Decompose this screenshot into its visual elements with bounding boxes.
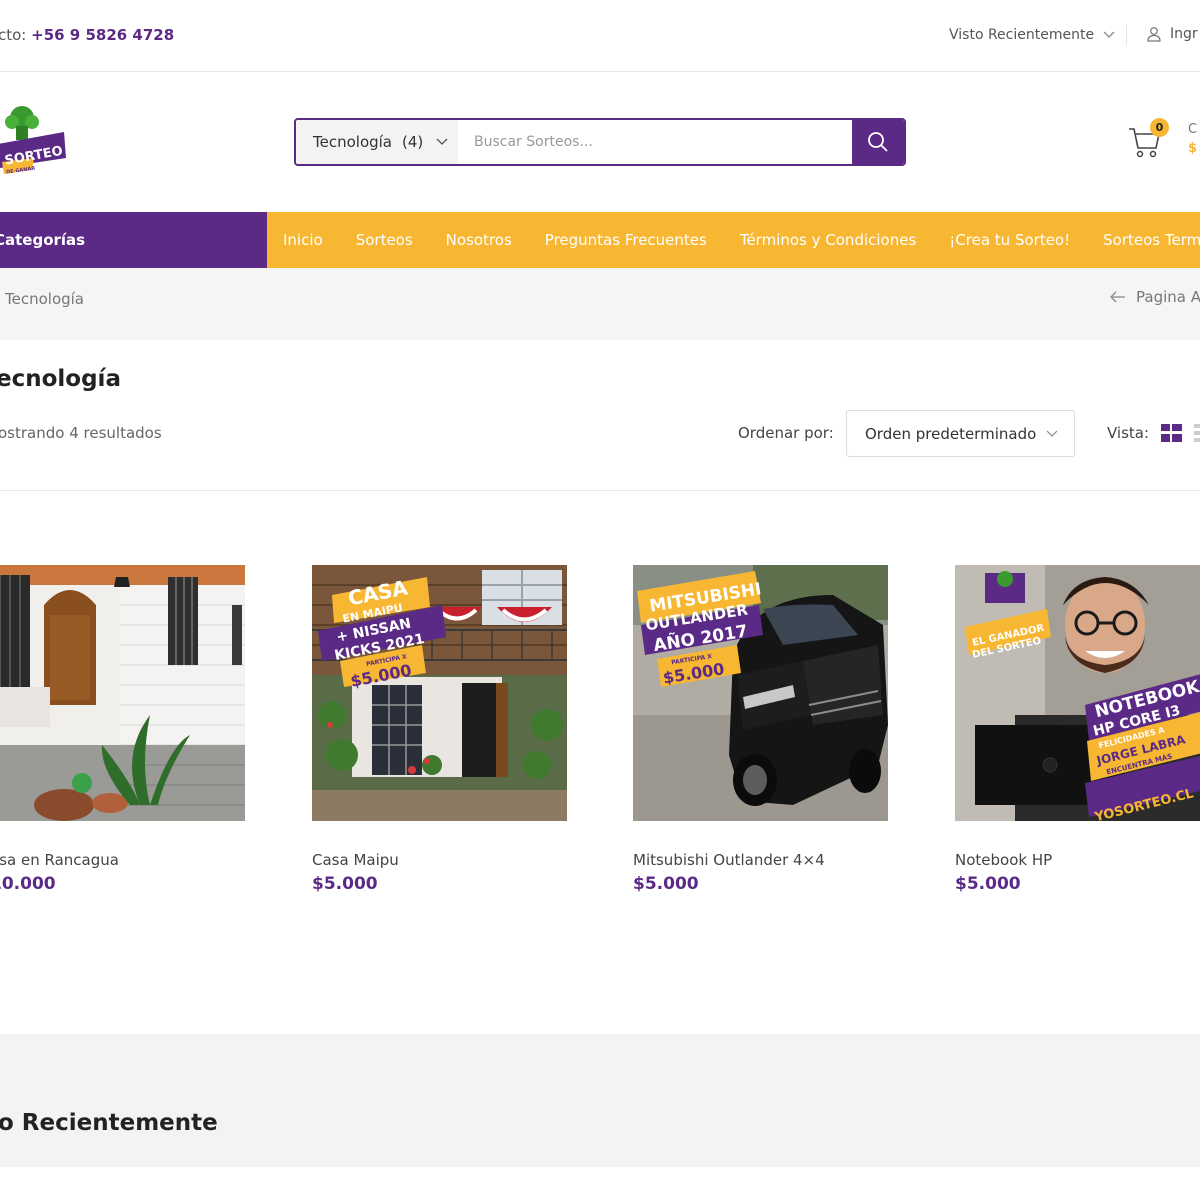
site-logo[interactable]: SORTEO DE GANAR xyxy=(0,96,74,186)
cart-button[interactable]: 0 xyxy=(1128,118,1169,160)
nav-item-sorteos[interactable]: Sorteos xyxy=(356,231,413,249)
product-card[interactable]: asa en Rancagua 10.000 xyxy=(0,565,245,894)
nav-item-inicio[interactable]: Inicio xyxy=(283,231,323,249)
recently-viewed-title: o Recientemente xyxy=(0,1110,218,1136)
breadcrumb: Tecnología Pagina A xyxy=(0,268,1200,340)
arrow-left-icon xyxy=(1110,291,1125,303)
view-label: Vista: xyxy=(1107,424,1150,442)
list-view-icon[interactable] xyxy=(1194,424,1200,442)
nav-item-preguntas-frecuentes[interactable]: Preguntas Frecuentes xyxy=(545,231,707,249)
cart-count-badge: 0 xyxy=(1150,118,1169,137)
product-name[interactable]: Casa Maipu xyxy=(312,851,567,869)
product-price: $5.000 xyxy=(312,874,378,894)
back-label: Pagina A xyxy=(1136,288,1200,306)
back-link[interactable]: Pagina A xyxy=(1110,288,1200,306)
nav-item-sorteos-terminados[interactable]: Sorteos Termina xyxy=(1103,231,1200,249)
chevron-down-icon xyxy=(1046,430,1058,437)
search-icon xyxy=(868,132,888,152)
product-card[interactable]: MITSUBISHI OUTLANDER AÑO 2017 PARTICIPA … xyxy=(633,565,888,894)
cart-summary[interactable]: C $ xyxy=(1188,122,1197,156)
product-image[interactable] xyxy=(0,565,245,821)
topbar-separator xyxy=(1126,25,1127,45)
nav-item-crea-tu-sorteo[interactable]: ¡Crea tu Sorteo! xyxy=(949,231,1070,249)
recently-viewed-dropdown[interactable]: Visto Recientemente xyxy=(949,27,1116,43)
search-category-count: (4) xyxy=(402,133,424,151)
user-icon xyxy=(1147,27,1161,42)
results-count: ostrando 4 resultados xyxy=(0,424,162,442)
product-name[interactable]: Mitsubishi Outlander 4×4 xyxy=(633,851,888,869)
product-price: $5.000 xyxy=(955,874,1021,894)
product-card[interactable]: EL GANADOR DEL SORTEO NOTEBOOK HP CORE I… xyxy=(955,565,1200,894)
main-nav: Inicio Sorteos Nosotros Preguntas Frecue… xyxy=(267,212,1200,268)
product-price: $5.000 xyxy=(633,874,699,894)
contact-info: cto: +56 9 5826 4728 xyxy=(0,26,174,44)
product-image[interactable]: EL GANADOR DEL SORTEO NOTEBOOK HP CORE I… xyxy=(955,565,1200,821)
breadcrumb-current: Tecnología xyxy=(5,290,84,308)
search-category-label: Tecnología xyxy=(313,133,392,151)
search-category-select[interactable]: Tecnología (4) xyxy=(296,120,458,164)
nav-item-nosotros[interactable]: Nosotros xyxy=(446,231,512,249)
grid-view-icon[interactable] xyxy=(1161,424,1182,442)
nav-item-terminos[interactable]: Términos y Condiciones xyxy=(740,231,916,249)
search-button[interactable] xyxy=(852,120,904,164)
orderby-select[interactable]: Orden predeterminado xyxy=(846,410,1075,457)
orderby-label: Ordenar por: xyxy=(738,424,834,442)
product-image[interactable]: CASA EN MAIPU + NISSAN KICKS 2021 PARTIC… xyxy=(312,565,567,821)
contact-label: cto: xyxy=(0,26,27,44)
categories-label: Categorías xyxy=(0,231,86,249)
toolbar-divider xyxy=(0,490,1200,491)
product-card[interactable]: CASA EN MAIPU + NISSAN KICKS 2021 PARTIC… xyxy=(312,565,567,894)
cart-total: $ xyxy=(1188,141,1198,156)
chevron-down-icon xyxy=(1103,31,1115,38)
orderby-value: Orden predeterminado xyxy=(865,424,1037,443)
product-image[interactable]: MITSUBISHI OUTLANDER AÑO 2017 PARTICIPA … xyxy=(633,565,888,821)
login-label: Ingr xyxy=(1170,26,1198,42)
recently-viewed-label: Visto Recientemente xyxy=(949,27,1095,43)
search-bar: Tecnología (4) xyxy=(294,118,906,166)
search-input[interactable] xyxy=(458,120,852,164)
product-price: 10.000 xyxy=(0,874,56,894)
top-bar: cto: +56 9 5826 4728 Visto Recientemente… xyxy=(0,0,1200,72)
recently-viewed-section: o Recientemente xyxy=(0,1034,1200,1167)
login-link[interactable]: Ingr xyxy=(1146,26,1198,42)
page-title: ecnología xyxy=(0,366,121,392)
product-name[interactable]: asa en Rancagua xyxy=(0,851,245,869)
cart-label: C xyxy=(1188,122,1198,137)
categories-menu-button[interactable]: Categorías xyxy=(0,212,267,268)
chevron-down-icon xyxy=(436,138,448,145)
product-name[interactable]: Notebook HP xyxy=(955,851,1200,869)
contact-phone-link[interactable]: +56 9 5826 4728 xyxy=(31,26,174,44)
